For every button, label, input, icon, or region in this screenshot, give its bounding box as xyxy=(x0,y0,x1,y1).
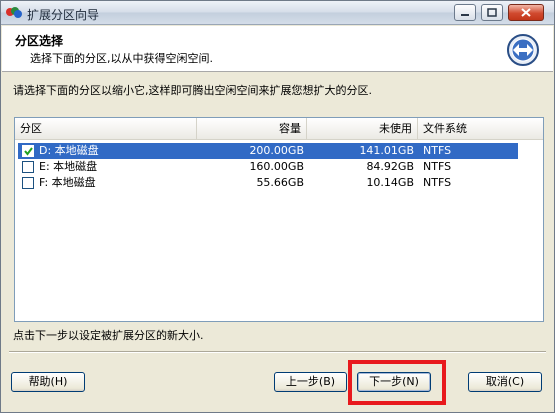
partition-name: E: 本地磁盘 xyxy=(39,160,98,173)
column-header-unused[interactable]: 未使用 xyxy=(307,118,418,140)
list-header: 分区 容量 未使用 文件系统 xyxy=(15,118,543,140)
checkmark-icon xyxy=(24,147,33,156)
maximize-button[interactable] xyxy=(481,4,503,21)
partition-checkbox[interactable] xyxy=(22,177,34,189)
partition-free: 84.92GB xyxy=(366,160,414,173)
title-bar[interactable]: 扩展分区向导 xyxy=(1,1,554,25)
partition-capacity: 200.00GB xyxy=(249,144,304,157)
partition-free: 141.01GB xyxy=(359,144,414,157)
partition-name: F: 本地磁盘 xyxy=(39,176,96,189)
cancel-button[interactable]: 取消(C) xyxy=(468,372,542,392)
table-row[interactable]: F: 本地磁盘 55.66GB 10.14GB NTFS xyxy=(18,175,518,191)
column-header-partition[interactable]: 分区 xyxy=(15,118,197,140)
partition-capacity: 55.66GB xyxy=(256,176,304,189)
wizard-header: 分区选择 选择下面的分区,以从中获得空闲空间. xyxy=(2,26,553,72)
highlight-box xyxy=(348,360,446,405)
table-row[interactable]: E: 本地磁盘 160.00GB 84.92GB NTFS xyxy=(18,159,518,175)
partition-filesystem: NTFS xyxy=(423,160,452,173)
back-button[interactable]: 上一步(B) xyxy=(274,372,347,392)
column-header-filesystem[interactable]: 文件系统 xyxy=(418,118,518,140)
page-title: 分区选择 xyxy=(15,34,64,48)
app-icon xyxy=(6,7,22,18)
partition-filesystem: NTFS xyxy=(423,144,452,157)
maximize-icon xyxy=(487,8,497,17)
partition-filesystem: NTFS xyxy=(423,176,452,189)
partition-capacity: 160.00GB xyxy=(249,160,304,173)
expand-arrows-icon xyxy=(507,34,539,66)
window-title: 扩展分区向导 xyxy=(27,8,100,22)
minimize-button[interactable] xyxy=(454,4,476,21)
partition-list[interactable]: 分区 容量 未使用 文件系统 D: 本地磁盘 200.00GB 141.01GB… xyxy=(14,117,544,322)
instruction-text: 请选择下面的分区以缩小它,这样即可腾出空闲空间来扩展您想扩大的分区. xyxy=(13,84,372,97)
partition-free: 10.14GB xyxy=(366,176,414,189)
hint-text: 点击下一步以设定被扩展分区的新大小. xyxy=(13,329,204,342)
table-row[interactable]: D: 本地磁盘 200.00GB 141.01GB NTFS xyxy=(18,143,518,159)
help-button[interactable]: 帮助(H) xyxy=(11,372,85,392)
partition-name: D: 本地磁盘 xyxy=(39,144,99,157)
close-icon xyxy=(521,8,531,17)
close-button[interactable] xyxy=(508,4,544,21)
column-header-capacity[interactable]: 容量 xyxy=(197,118,307,140)
partition-checkbox[interactable] xyxy=(22,145,34,157)
wizard-window: 扩展分区向导 分区选择 选择下面的分区,以从中获得空闲空间. 请选择下面的分区以… xyxy=(0,0,555,413)
page-subtitle: 选择下面的分区,以从中获得空闲空间. xyxy=(30,52,213,65)
minimize-icon xyxy=(461,13,469,16)
partition-checkbox[interactable] xyxy=(22,161,34,173)
separator xyxy=(9,351,546,353)
